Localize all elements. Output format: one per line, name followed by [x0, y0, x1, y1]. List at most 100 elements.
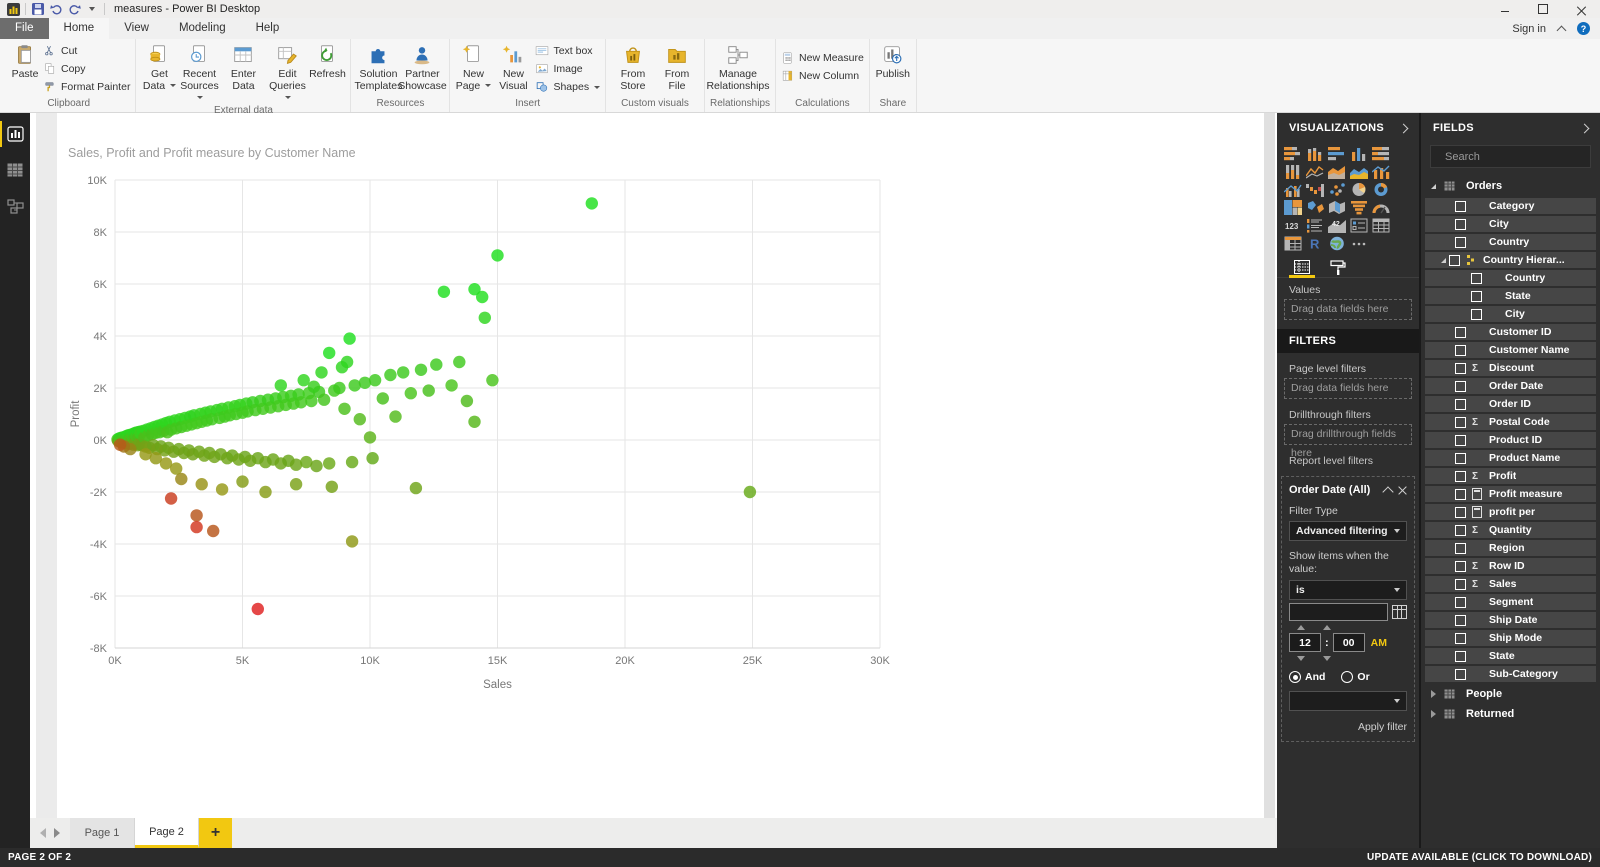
scatter-chart[interactable]: 0K 5K 10K 15K 20K 25K 30K 10K 8K 6K 4K 2K 0K -2K -4K -6…: [55, 140, 900, 696]
data-point[interactable]: [274, 379, 287, 392]
field-checkbox[interactable]: [1455, 668, 1466, 680]
manage-relationships-button[interactable]: Manage Relationships: [706, 39, 770, 93]
field-discount[interactable]: Σ Discount: [1425, 360, 1596, 376]
field-row-id[interactable]: Σ Row ID: [1425, 558, 1596, 574]
data-point[interactable]: [343, 332, 356, 345]
save-button[interactable]: [29, 1, 47, 17]
data-point[interactable]: [323, 457, 336, 470]
viz-waterfall-icon[interactable]: [1306, 181, 1325, 197]
data-point[interactable]: [476, 290, 489, 304]
data-point[interactable]: [389, 410, 402, 423]
viz-clustered-column-icon[interactable]: [1350, 145, 1369, 161]
field-checkbox[interactable]: [1455, 524, 1466, 536]
tab-view[interactable]: View: [109, 18, 164, 39]
scatter-visual[interactable]: 0K 5K 10K 15K 20K 25K 30K 10K 8K 6K 4K 2K 0K -2K -4K -6…: [55, 140, 900, 696]
viz-100-stacked-column-icon[interactable]: [1284, 163, 1303, 179]
field-city[interactable]: City: [1425, 306, 1596, 322]
field-ship-mode[interactable]: Ship Mode: [1425, 630, 1596, 646]
page-filters-drop-zone[interactable]: Drag data fields here: [1284, 378, 1412, 399]
viz-gauge-icon[interactable]: [1372, 199, 1391, 215]
field-checkbox[interactable]: [1455, 470, 1466, 482]
field-checkbox[interactable]: [1455, 596, 1466, 608]
data-point[interactable]: [353, 413, 366, 426]
field-city[interactable]: City: [1425, 216, 1596, 232]
data-point[interactable]: [468, 415, 481, 428]
table-people[interactable]: People: [1425, 684, 1596, 704]
copy-button[interactable]: Copy: [43, 62, 130, 76]
data-point[interactable]: [325, 480, 338, 493]
partner-showcase-button[interactable]: Partner Showcase: [398, 39, 447, 93]
format-painter-button[interactable]: Format Painter: [43, 80, 130, 94]
viz-map-icon[interactable]: [1306, 199, 1325, 215]
data-point[interactable]: [363, 431, 377, 444]
data-point[interactable]: [384, 368, 397, 382]
update-available-link[interactable]: UPDATE AVAILABLE (CLICK TO DOWNLOAD): [1367, 852, 1592, 863]
tab-modeling[interactable]: Modeling: [164, 18, 241, 39]
hour-increment-icon[interactable]: [1297, 625, 1305, 631]
page-tab-1[interactable]: Page 1: [70, 818, 135, 848]
field-checkbox[interactable]: [1455, 542, 1466, 554]
collapse-ribbon-icon[interactable]: [1556, 25, 1567, 35]
drillthrough-drop-zone[interactable]: Drag drillthrough fields here: [1284, 424, 1412, 459]
redo-icon[interactable]: [65, 1, 83, 17]
field-product-name[interactable]: Product Name: [1425, 450, 1596, 466]
data-point[interactable]: [409, 481, 423, 495]
data-point[interactable]: [478, 311, 491, 324]
close-button[interactable]: [1562, 0, 1600, 18]
minute-input[interactable]: 00: [1332, 633, 1365, 653]
model-view-button[interactable]: [0, 191, 30, 221]
data-point[interactable]: [315, 366, 328, 379]
viz-funnel-icon[interactable]: [1350, 199, 1369, 215]
data-point[interactable]: [743, 485, 757, 499]
viz-line-clustered-column-icon[interactable]: [1284, 181, 1303, 197]
field-order-date[interactable]: Order Date: [1425, 378, 1596, 394]
fields-tab[interactable]: [1289, 260, 1315, 278]
field-checkbox[interactable]: [1455, 326, 1466, 338]
field-checkbox[interactable]: [1455, 416, 1466, 428]
field-checkbox[interactable]: [1471, 272, 1482, 284]
field-checkbox[interactable]: [1455, 344, 1466, 356]
field-checkbox[interactable]: [1471, 290, 1482, 302]
field-postal-code[interactable]: Σ Postal Code: [1425, 414, 1596, 430]
viz-stacked-column-icon[interactable]: [1306, 145, 1325, 161]
data-point[interactable]: [445, 379, 458, 392]
data-point[interactable]: [404, 387, 417, 400]
field-checkbox[interactable]: [1455, 506, 1466, 518]
data-view-button[interactable]: [0, 155, 30, 185]
data-point[interactable]: [215, 483, 229, 496]
field-checkbox[interactable]: [1455, 452, 1466, 464]
field-profit-per[interactable]: profit per: [1425, 504, 1596, 520]
data-point[interactable]: [113, 438, 127, 451]
field-checkbox[interactable]: [1455, 488, 1466, 500]
viz-scatter-icon[interactable]: [1328, 181, 1347, 197]
image-button[interactable]: Image: [535, 62, 600, 76]
data-point[interactable]: [368, 374, 382, 387]
data-point[interactable]: [236, 475, 249, 488]
data-point[interactable]: [170, 462, 183, 475]
data-point[interactable]: [340, 355, 354, 369]
field-segment[interactable]: Segment: [1425, 594, 1596, 610]
search-input[interactable]: [1443, 149, 1589, 164]
viz-kpi-icon[interactable]: 42: [1328, 217, 1347, 233]
viz-arcgis-map-icon[interactable]: [1328, 235, 1347, 251]
viz-filled-map-icon[interactable]: [1328, 199, 1347, 215]
viz-multi-row-card-icon[interactable]: [1306, 217, 1325, 233]
data-point[interactable]: [310, 459, 323, 473]
hour-input[interactable]: 12: [1289, 633, 1321, 653]
format-tab[interactable]: [1327, 260, 1349, 277]
collapse-hierarchy-icon[interactable]: [1441, 257, 1446, 263]
data-point[interactable]: [289, 478, 303, 491]
values-drop-zone[interactable]: Drag data fields here: [1284, 299, 1412, 320]
qat-customize-button[interactable]: [83, 1, 101, 17]
shapes-button[interactable]: Shapes: [535, 80, 600, 94]
field-checkbox[interactable]: [1455, 578, 1466, 590]
viz-more-options-icon[interactable]: [1350, 235, 1369, 251]
viz-pie-icon[interactable]: [1350, 181, 1369, 197]
collapse-pane-icon[interactable]: [1398, 123, 1409, 133]
field-checkbox[interactable]: [1455, 614, 1466, 626]
data-point[interactable]: [585, 197, 598, 210]
viz-line-icon[interactable]: [1306, 163, 1325, 179]
minute-decrement-icon[interactable]: [1323, 656, 1331, 662]
undo-icon[interactable]: [47, 1, 65, 17]
data-point[interactable]: [345, 535, 359, 548]
